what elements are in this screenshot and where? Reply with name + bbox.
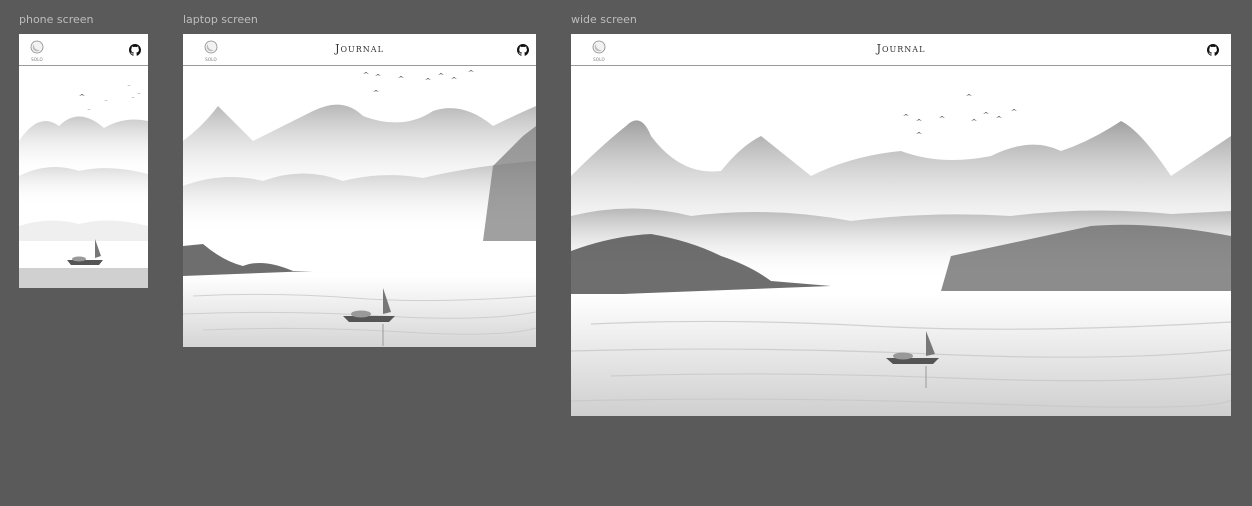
laptop-frame: SOLO Journal	[183, 34, 536, 347]
wide-screen-label: wide screen	[571, 13, 637, 26]
github-icon[interactable]	[517, 43, 529, 56]
page-title[interactable]: Journal	[571, 42, 1231, 55]
wide-landscape	[571, 66, 1231, 416]
wide-frame: SOLO Journal	[571, 34, 1231, 416]
logo-text: SOLO	[31, 57, 43, 62]
moon-logo-icon[interactable]: SOLO	[28, 39, 46, 62]
phone-frame: SOLO	[19, 34, 148, 288]
github-icon[interactable]	[1207, 43, 1219, 56]
laptop-landscape	[183, 66, 536, 347]
logo-text: SOLO	[593, 57, 605, 62]
logo-text: SOLO	[205, 57, 217, 62]
wide-header: SOLO Journal	[571, 34, 1231, 66]
phone-header: SOLO	[19, 34, 148, 66]
github-icon[interactable]	[129, 43, 141, 56]
page-title[interactable]: Journal	[183, 42, 536, 55]
phone-screen-label: phone screen	[19, 13, 94, 26]
phone-landscape	[19, 66, 148, 288]
laptop-screen-label: laptop screen	[183, 13, 258, 26]
laptop-header: SOLO Journal	[183, 34, 536, 66]
